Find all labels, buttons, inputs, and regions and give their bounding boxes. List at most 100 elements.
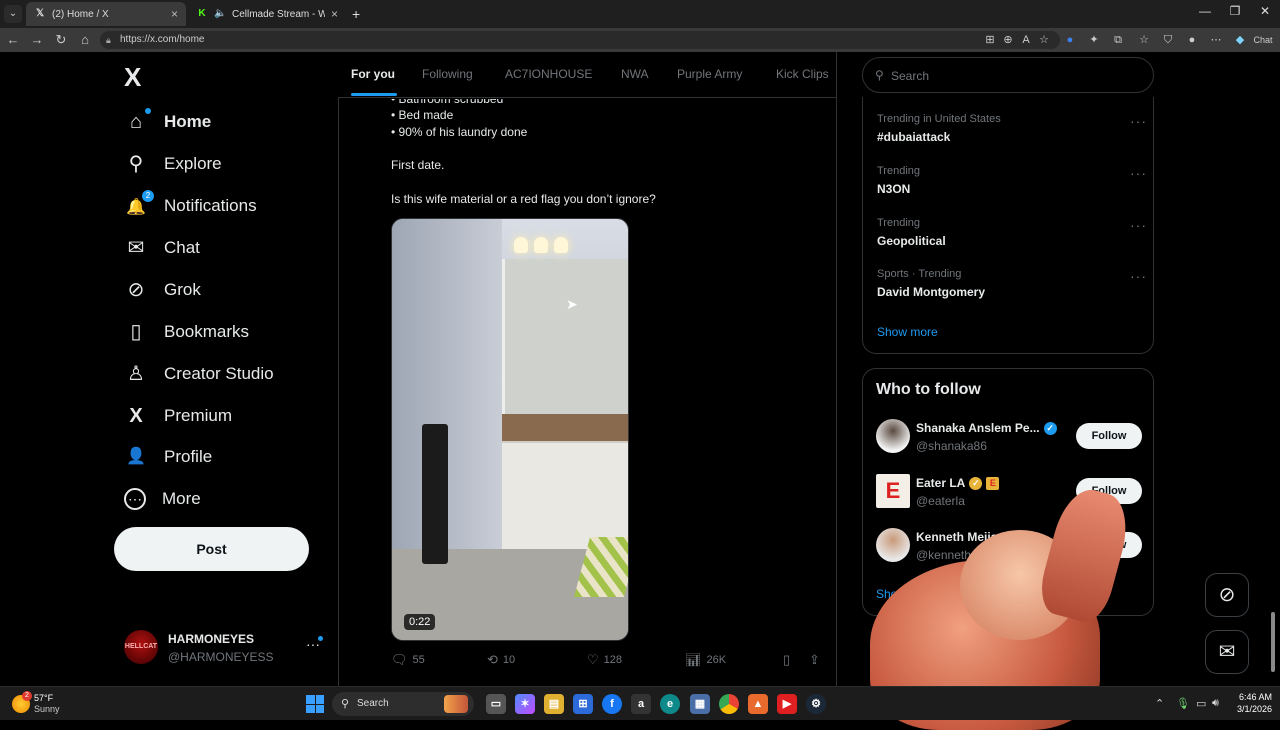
messages-floating-button[interactable]: ✉ xyxy=(1205,630,1249,674)
trend-item[interactable]: Trending N3ON ··· xyxy=(877,165,1147,205)
amazon-icon[interactable]: a xyxy=(631,694,651,714)
address-bar[interactable]: 🔒︎ https://x.com/home xyxy=(100,31,1060,49)
read-aloud-icon[interactable]: A xyxy=(1018,32,1034,48)
reply-button[interactable]: 🗨︎ 55 xyxy=(391,652,425,668)
nav-premium[interactable]: X Premium xyxy=(124,398,232,434)
follow-button[interactable]: Follow xyxy=(1076,423,1142,449)
favorite-star-icon[interactable]: ☆ xyxy=(1036,32,1052,48)
refresh-icon[interactable]: ↻ xyxy=(52,31,70,49)
close-tab-icon[interactable]: × xyxy=(171,7,178,21)
chrome-icon[interactable] xyxy=(719,694,739,714)
nav-chat[interactable]: ✉ Chat xyxy=(124,230,200,266)
tab-list-button[interactable]: ⌄ xyxy=(4,5,22,23)
youtube-icon[interactable]: ▶ xyxy=(777,694,797,714)
facebook-icon[interactable]: f xyxy=(602,694,622,714)
new-tab-button[interactable]: + xyxy=(348,2,370,26)
post-line: First date. xyxy=(391,158,445,172)
search-box[interactable]: ⚲ xyxy=(862,57,1154,93)
post-video[interactable]: 0:22 xyxy=(391,218,629,641)
tab-for-you[interactable]: For you xyxy=(351,67,395,81)
nav-creator-studio[interactable]: ♙ Creator Studio xyxy=(124,356,274,392)
nav-explore[interactable]: ⚲ Explore xyxy=(124,146,222,182)
tab-following[interactable]: Following xyxy=(422,67,473,81)
grok-floating-button[interactable]: ⊘ xyxy=(1205,573,1249,617)
speaker-icon[interactable]: 🔈 xyxy=(214,8,226,20)
zoom-icon[interactable]: ⊕ xyxy=(1000,32,1016,48)
close-window-button[interactable]: ✕ xyxy=(1250,4,1280,18)
trend-more-icon[interactable]: ··· xyxy=(1130,268,1147,284)
search-input[interactable] xyxy=(891,66,1141,86)
follow-suggestion[interactable]: E Eater LA ✓ E @eaterla Follow xyxy=(876,474,1142,514)
share-button[interactable]: ⇪ xyxy=(809,652,820,668)
copilot-chat-label[interactable]: Chat xyxy=(1248,32,1278,48)
profile-avatar-icon[interactable]: ● xyxy=(1184,32,1200,48)
follow-button[interactable]: Follow xyxy=(1076,532,1142,558)
views-button[interactable]: 📊︎ 26K xyxy=(685,652,726,668)
notification-badge: 2 xyxy=(142,190,154,202)
taskbar-clock[interactable]: 6:46 AM 3/1/2026 xyxy=(1228,691,1272,715)
follow-show-more-link[interactable]: Show more xyxy=(876,587,937,601)
follow-button[interactable]: Follow xyxy=(1076,478,1142,504)
favorites-icon[interactable]: ☆ xyxy=(1136,32,1152,48)
copilot-app-icon[interactable]: ✶ xyxy=(515,694,535,714)
bookmark-button[interactable]: ▯ xyxy=(783,652,790,668)
nav-grok[interactable]: ⊘ Grok xyxy=(124,272,201,308)
windows-start-icon[interactable] xyxy=(306,695,324,713)
page-scrollbar[interactable] xyxy=(1268,52,1278,686)
edge-icon[interactable]: e xyxy=(660,694,680,714)
repost-button[interactable]: ⟲ 10 xyxy=(487,652,515,668)
trend-more-icon[interactable]: ··· xyxy=(1130,113,1147,129)
affiliate-badge-icon: E xyxy=(986,476,1000,490)
tab-nwa[interactable]: NWA xyxy=(621,67,649,81)
x-logo[interactable]: X xyxy=(124,62,141,93)
trend-more-icon[interactable]: ··· xyxy=(1130,165,1147,181)
follow-suggestion[interactable]: Kenneth Mejia, CPA @kenneth Follow xyxy=(876,528,1142,568)
tray-overflow-icon[interactable]: ⌃ xyxy=(1155,697,1164,710)
vlc-icon[interactable]: ▲ xyxy=(748,694,768,714)
trend-item[interactable]: Trending in United States #dubaiattack ·… xyxy=(877,113,1147,153)
browser-tab-home[interactable]: 𝕏 (2) Home / X × xyxy=(26,2,186,26)
nav-notifications[interactable]: 🔔 2 Notifications xyxy=(124,188,257,224)
network-icon[interactable]: ▭ xyxy=(1196,697,1206,710)
extension-icon[interactable]: ● xyxy=(1062,32,1078,48)
close-tab-icon[interactable]: × xyxy=(331,7,338,21)
tab-purple-army[interactable]: Purple Army xyxy=(677,67,742,81)
steam-icon[interactable]: ⚙ xyxy=(806,694,826,714)
settings-more-icon[interactable]: ⋯ xyxy=(1208,32,1224,48)
account-switcher[interactable]: HELLCAT HARMONEYES @HARMONEYESS ··· xyxy=(124,628,324,668)
file-explorer-icon[interactable]: ▤ xyxy=(544,694,564,714)
follow-suggestion[interactable]: Shanaka Anslem Pe... ✓ @shanaka86 Follow xyxy=(876,419,1142,459)
copilot-icon[interactable]: ◆ xyxy=(1232,32,1248,48)
restore-button[interactable]: ❐ xyxy=(1220,4,1250,18)
trends-show-more-link[interactable]: Show more xyxy=(877,325,938,339)
taskbar-search[interactable]: ⚲ Search xyxy=(332,692,474,716)
like-button[interactable]: ♡ 128 xyxy=(587,652,622,668)
extensions-icon[interactable]: ⧉ xyxy=(1110,32,1126,48)
nav-more[interactable]: ⋯ More xyxy=(124,481,201,517)
home-icon[interactable]: ⌂ xyxy=(76,31,94,49)
back-icon[interactable]: ← xyxy=(4,31,22,49)
trend-item[interactable]: Sports · Trending David Montgomery ··· xyxy=(877,268,1147,308)
app-icon[interactable]: ⊞ xyxy=(982,32,998,48)
task-view-icon[interactable]: ▭ xyxy=(486,694,506,714)
nav-profile[interactable]: 👤 Profile xyxy=(124,439,212,475)
microphone-icon[interactable]: 🎙︎ xyxy=(1176,697,1190,710)
tab-ac7ionhouse[interactable]: AC7IONHOUSE xyxy=(505,67,592,81)
volume-icon[interactable]: 🔊︎ xyxy=(1212,697,1219,710)
scrollbar-thumb[interactable] xyxy=(1271,612,1275,672)
calculator-icon[interactable]: ▦ xyxy=(690,694,710,714)
tab-kick-clips[interactable]: Kick Clips xyxy=(776,67,829,81)
browser-tab-stream[interactable]: K 🔈 Cellmade Stream - Watch Liv × xyxy=(188,2,346,26)
shield-icon[interactable]: ⛉ xyxy=(1160,32,1176,48)
extension-pin-icon[interactable]: ✦ xyxy=(1086,32,1102,48)
forward-icon[interactable]: → xyxy=(28,31,46,49)
minimize-button[interactable]: — xyxy=(1190,4,1220,18)
trend-item[interactable]: Trending Geopolitical ··· xyxy=(877,217,1147,257)
search-icon: ⚲ xyxy=(875,68,884,82)
nav-home[interactable]: ⌂ Home xyxy=(124,104,211,140)
trend-more-icon[interactable]: ··· xyxy=(1130,217,1147,233)
post-button[interactable]: Post xyxy=(114,527,309,571)
store-icon[interactable]: ⊞ xyxy=(573,694,593,714)
nav-bookmarks[interactable]: ▯ Bookmarks xyxy=(124,314,249,350)
video-frame-speaker xyxy=(422,424,448,564)
